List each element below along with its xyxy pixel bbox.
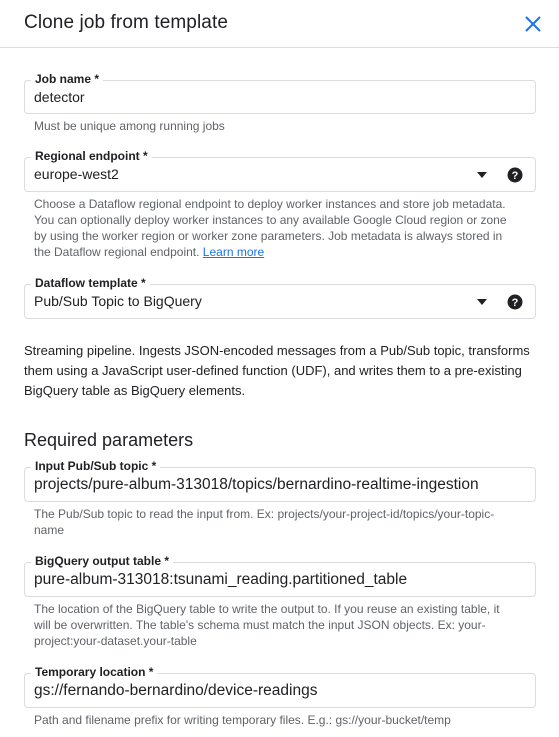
regional-endpoint-hint-text: Choose a Dataflow regional endpoint to d… — [34, 197, 507, 259]
svg-text:?: ? — [512, 297, 519, 309]
learn-more-link[interactable]: Learn more — [203, 245, 264, 259]
close-icon[interactable] — [521, 12, 545, 36]
dataflow-template-label: Dataflow template * — [31, 276, 150, 290]
help-icon[interactable]: ? — [507, 167, 523, 183]
dataflow-template-value: Pub/Sub Topic to BigQuery — [34, 293, 202, 309]
output-table-hint: The location of the BigQuery table to wr… — [34, 602, 500, 648]
output-table-label: BigQuery output table * — [31, 554, 174, 568]
job-name-label: Job name * — [31, 72, 104, 86]
dropdown-arrow-icon[interactable] — [477, 299, 487, 305]
dialog-title: Clone job from template — [24, 12, 229, 33]
svg-text:?: ? — [512, 170, 519, 182]
dialog-header: Clone job from template — [0, 0, 559, 48]
regional-endpoint-select[interactable]: Regional endpoint * europe-west2 ? — [24, 149, 536, 192]
job-name-input[interactable]: detector — [34, 89, 85, 105]
temp-location-label: Temporary location * — [31, 665, 158, 679]
regional-endpoint-value: europe-west2 — [34, 166, 119, 182]
input-topic-field[interactable]: Input Pub/Sub topic * projects/pure-albu… — [24, 459, 536, 502]
input-topic-input[interactable]: projects/pure-album-313018/topics/bernar… — [34, 476, 479, 494]
output-table-field[interactable]: BigQuery output table * pure-album-31301… — [24, 554, 536, 597]
output-table-input[interactable]: pure-album-313018:tsunami_reading.partit… — [34, 571, 407, 589]
input-topic-label: Input Pub/Sub topic * — [31, 459, 161, 473]
input-topic-hint: The Pub/Sub topic to read the input from… — [34, 507, 495, 537]
dropdown-arrow-icon[interactable] — [477, 172, 487, 178]
temp-location-input[interactable]: gs://fernando-bernardino/device-readings — [34, 682, 317, 700]
required-parameters-heading: Required parameters — [24, 430, 194, 450]
template-description: Streaming pipeline. Ingests JSON-encoded… — [24, 343, 530, 398]
job-name-hint: Must be unique among running jobs — [34, 119, 225, 133]
dataflow-template-select[interactable]: Dataflow template * Pub/Sub Topic to Big… — [24, 276, 536, 319]
help-icon[interactable]: ? — [507, 294, 523, 310]
job-name-field[interactable]: Job name * detector — [24, 72, 536, 114]
regional-endpoint-hint: Choose a Dataflow regional endpoint to d… — [34, 196, 510, 260]
temp-location-hint: Path and filename prefix for writing tem… — [34, 713, 451, 727]
temp-location-field[interactable]: Temporary location * gs://fernando-berna… — [24, 665, 536, 708]
regional-endpoint-label: Regional endpoint * — [31, 149, 152, 163]
